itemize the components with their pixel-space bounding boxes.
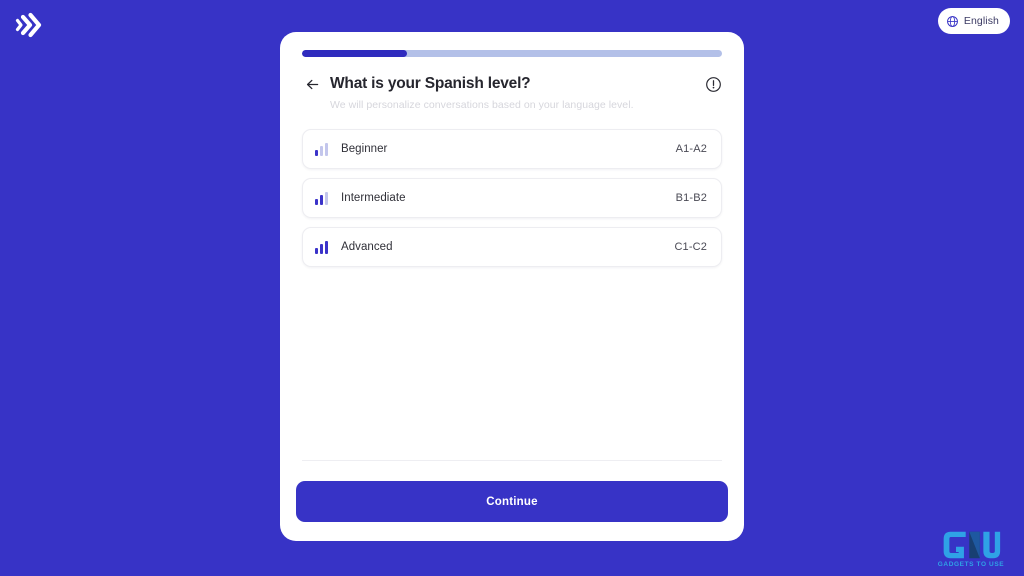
- globe-icon: [946, 15, 958, 27]
- level-option-label: Intermediate: [341, 192, 406, 204]
- level-option-intermediate[interactable]: Intermediate B1-B2: [302, 178, 722, 218]
- level-option-label: Advanced: [341, 241, 393, 253]
- back-button[interactable]: [302, 74, 322, 94]
- info-button[interactable]: [704, 75, 722, 93]
- progress-bar-track: [302, 50, 722, 57]
- watermark: GADGETS TO USE: [932, 522, 1010, 568]
- card-spacer: [280, 267, 744, 460]
- info-circle-icon: [705, 76, 721, 92]
- signal-bar-2: [320, 146, 323, 156]
- gadgets-to-use-logo-icon: [943, 531, 1001, 559]
- footer-divider: [302, 460, 722, 461]
- language-selector-label: English: [963, 15, 999, 27]
- level-option-code: C1-C2: [674, 241, 707, 253]
- signal-bar-1: [315, 198, 318, 205]
- watermark-text: GADGETS TO USE: [937, 561, 1005, 568]
- level-option-label: Beginner: [341, 143, 388, 155]
- level-option-advanced[interactable]: Advanced C1-C2: [302, 227, 722, 267]
- signal-bar-3: [325, 191, 328, 205]
- signal-bar-1: [315, 247, 318, 254]
- signal-bar-3: [325, 240, 328, 254]
- card-header: What is your Spanish level?: [302, 74, 722, 94]
- signal-bar-3: [325, 142, 328, 156]
- continue-button[interactable]: Continue: [296, 481, 728, 522]
- level-option-beginner[interactable]: Beginner A1-A2: [302, 129, 722, 169]
- brand-logo: [10, 8, 46, 42]
- language-selector-button[interactable]: English: [937, 8, 1010, 34]
- page-title: What is your Spanish level?: [330, 75, 531, 92]
- level-option-code: B1-B2: [675, 192, 707, 204]
- arrow-left-icon: [306, 79, 318, 89]
- page-subtitle: We will personalize conversations based …: [330, 99, 634, 111]
- level-option-code: A1-A2: [675, 143, 707, 155]
- onboarding-card: What is your Spanish level? We will pers…: [280, 32, 744, 541]
- signal-bars-icon: [315, 142, 330, 156]
- signal-bars-icon: [315, 240, 330, 254]
- soundwave-logo-icon: [15, 12, 42, 38]
- level-options-list: Beginner A1-A2 Intermediate B1-B2 Advanced C1…: [302, 129, 722, 267]
- progress-bar-fill: [302, 50, 407, 57]
- signal-bars-icon: [315, 191, 330, 205]
- signal-bar-2: [320, 195, 323, 205]
- signal-bar-2: [320, 244, 323, 254]
- signal-bar-1: [315, 149, 318, 156]
